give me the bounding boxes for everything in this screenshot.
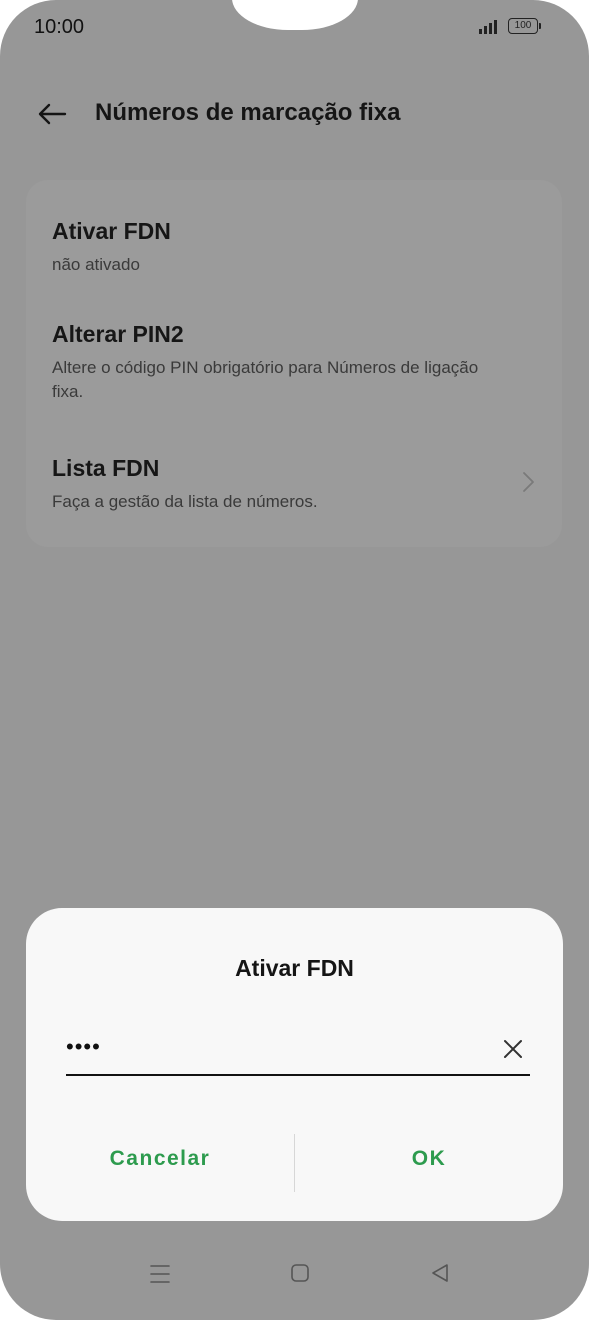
settings-item-title: Lista FDN <box>52 455 160 481</box>
pin2-input[interactable]: •••• <box>66 1028 530 1076</box>
settings-item-subtitle: Faça a gestão da lista de números. <box>52 492 318 511</box>
settings-item-subtitle: Altere o código PIN obrigatório para Núm… <box>52 358 479 401</box>
battery-icon: 100 <box>508 18 541 34</box>
settings-item-title: Alterar PIN2 <box>52 321 184 347</box>
battery-level: 100 <box>514 20 532 31</box>
navigation-bar <box>0 1258 589 1298</box>
page-title: Números de marcação fixa <box>95 99 401 126</box>
status-bar: 10:00 100 <box>0 0 589 56</box>
menu-icon[interactable] <box>149 1262 171 1286</box>
home-icon[interactable] <box>290 1262 310 1284</box>
status-time: 10:00 <box>34 16 85 38</box>
arrow-left-icon[interactable] <box>36 98 68 130</box>
cancel-button[interactable]: Cancelar <box>26 1134 294 1184</box>
clear-icon[interactable] <box>502 1038 524 1060</box>
settings-item-fdn-list[interactable]: Lista FDN Faça a gestão da lista de núme… <box>52 455 512 514</box>
settings-item-title: Ativar FDN <box>52 218 171 244</box>
app-header: Números de marcação fixa <box>0 88 589 142</box>
settings-card: Ativar FDN não ativado Alterar PIN2 Alte… <box>26 180 562 547</box>
dialog-title: Ativar FDN <box>235 955 354 981</box>
chevron-right-icon <box>523 472 534 492</box>
ok-button[interactable]: OK <box>295 1134 563 1184</box>
activate-fdn-dialog: Ativar FDN •••• Cancelar OK <box>26 908 563 1221</box>
signal-icon <box>479 20 497 34</box>
settings-item-activate-fdn[interactable]: Ativar FDN não ativado <box>52 218 512 277</box>
back-icon[interactable] <box>430 1262 450 1284</box>
phone-screen: 10:00 100 Números de marcação fixa Ativa… <box>0 0 589 1320</box>
pin-value: •••• <box>66 1034 101 1059</box>
settings-item-change-pin2[interactable]: Alterar PIN2 Altere o código PIN obrigat… <box>52 321 512 404</box>
settings-item-subtitle: não ativado <box>52 255 140 274</box>
